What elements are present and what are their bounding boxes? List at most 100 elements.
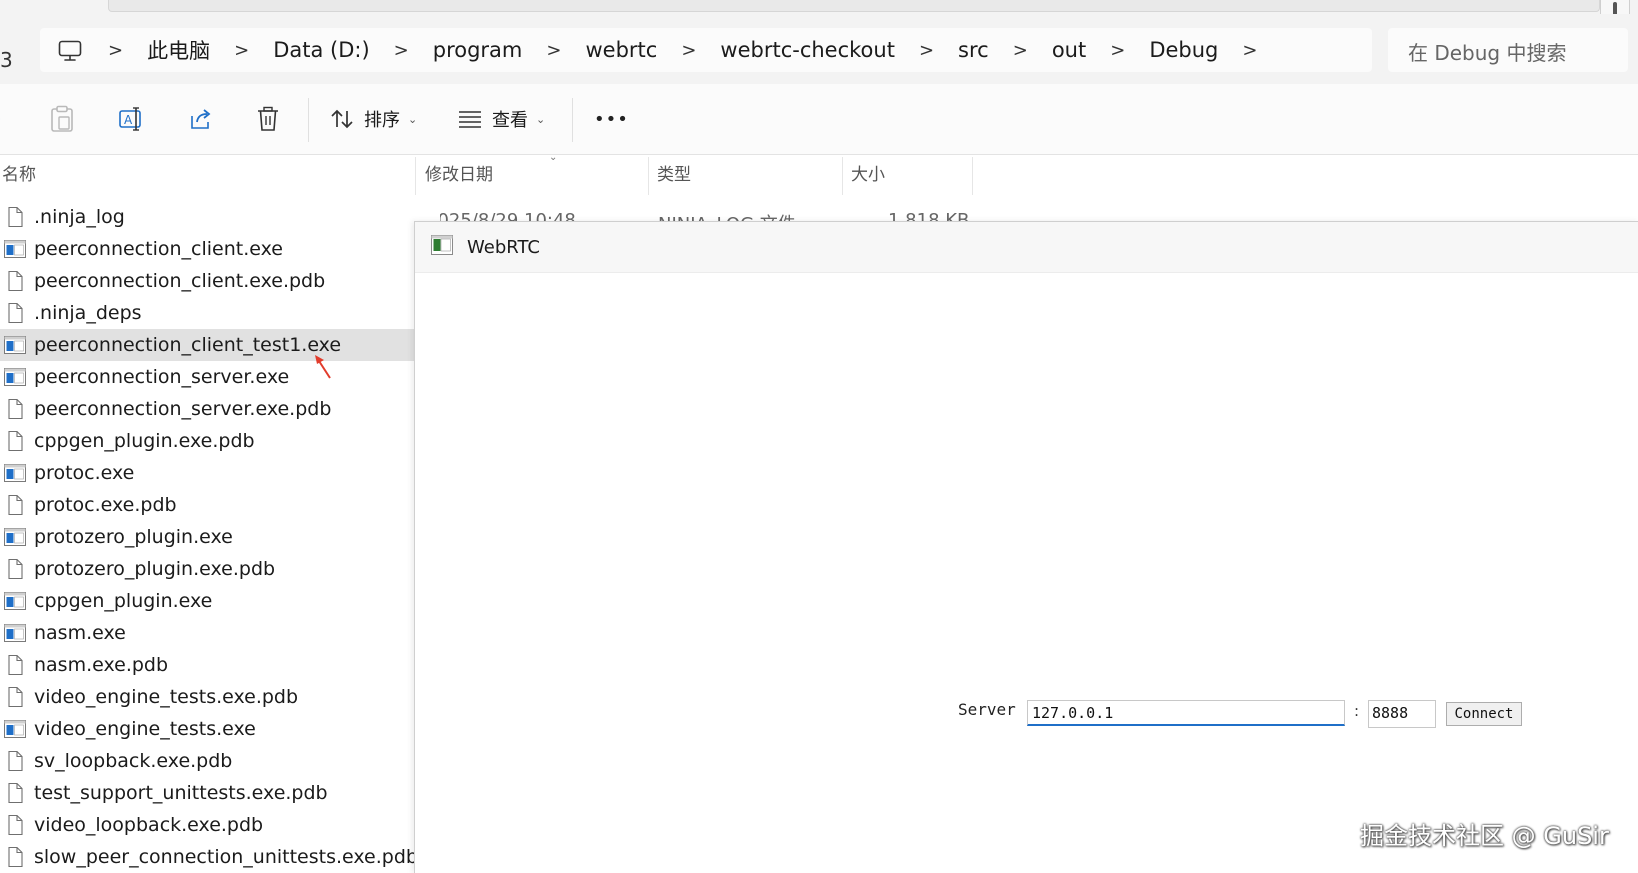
- file-row[interactable]: peerconnection_server.exe: [0, 361, 414, 393]
- executable-file-icon: [4, 238, 26, 260]
- paste-button[interactable]: [50, 104, 74, 134]
- rename-button[interactable]: A: [118, 104, 146, 134]
- file-name: .ninja_log: [34, 206, 125, 228]
- breadcrumb-item[interactable]: src: [952, 38, 995, 62]
- file-name: video_loopback.exe.pdb: [34, 814, 264, 836]
- breadcrumb-item[interactable]: out: [1046, 38, 1092, 62]
- delete-button[interactable]: [256, 104, 280, 134]
- file-name: peerconnection_server.exe: [34, 366, 290, 388]
- file-row[interactable]: peerconnection_server.exe.pdb: [0, 393, 414, 425]
- column-divider[interactable]: [648, 157, 649, 195]
- breadcrumb-chevron-icon[interactable]: >: [90, 40, 141, 61]
- file-row[interactable]: protoc.exe.pdb: [0, 489, 414, 521]
- column-date[interactable]: 修改日期: [425, 155, 493, 195]
- file-row[interactable]: .ninja_log: [0, 201, 414, 233]
- column-divider[interactable]: [972, 157, 973, 195]
- breadcrumb-chevron-icon[interactable]: >: [663, 40, 714, 61]
- file-row[interactable]: protoc.exe: [0, 457, 414, 489]
- sort-direction-icon: ⌄: [549, 152, 558, 163]
- breadcrumb-chevron-icon[interactable]: >: [376, 40, 427, 61]
- column-type[interactable]: 类型: [657, 155, 691, 195]
- executable-file-icon: [4, 526, 26, 548]
- computer-icon[interactable]: [58, 40, 82, 61]
- search-box[interactable]: 在 Debug 中搜索: [1388, 28, 1628, 72]
- server-address-input[interactable]: 127.0.0.1: [1027, 700, 1345, 726]
- file-row[interactable]: peerconnection_client.exe.pdb: [0, 265, 414, 297]
- file-row[interactable]: video_engine_tests.exe: [0, 713, 414, 745]
- cut-icon[interactable]: [0, 104, 6, 134]
- file-row[interactable]: protozero_plugin.exe: [0, 521, 414, 553]
- webrtc-titlebar[interactable]: WebRTC: [415, 222, 1638, 273]
- file-name: sv_loopback.exe.pdb: [34, 750, 233, 772]
- breadcrumb[interactable]: > 此电脑 > Data (D:) > program > webrtc > webrtc-che…: [40, 28, 1372, 72]
- more-options-button[interactable]: •••: [594, 104, 629, 134]
- breadcrumb-item[interactable]: 此电脑: [141, 35, 216, 65]
- breadcrumb-item[interactable]: Debug: [1143, 38, 1224, 62]
- document-file-icon: [4, 750, 26, 772]
- breadcrumb-chevron-icon[interactable]: >: [528, 40, 579, 61]
- view-label: 查看: [492, 110, 528, 131]
- breadcrumb-item[interactable]: webrtc-checkout: [714, 38, 901, 62]
- file-row[interactable]: sv_loopback.exe.pdb: [0, 745, 414, 777]
- file-row[interactable]: .ninja_deps: [0, 297, 414, 329]
- search-input[interactable]: 在 Debug 中搜索: [1408, 37, 1567, 66]
- column-divider[interactable]: [415, 157, 416, 195]
- window-title: WebRTC: [467, 236, 540, 258]
- file-name: nasm.exe: [34, 622, 126, 644]
- command-bar: A 排序 ⌄ 查看 ⌄ •••: [0, 84, 1638, 155]
- breadcrumb-item[interactable]: program: [427, 38, 529, 62]
- webrtc-window[interactable]: WebRTC: [414, 221, 1638, 873]
- file-row[interactable]: video_engine_tests.exe.pdb: [0, 681, 414, 713]
- file-name: test_support_unittests.exe.pdb: [34, 782, 328, 804]
- executable-file-icon: [4, 462, 26, 484]
- file-row[interactable]: test_support_unittests.exe.pdb: [0, 777, 414, 809]
- file-row[interactable]: video_loopback.exe.pdb: [0, 809, 414, 841]
- sort-button[interactable]: 排序 ⌄: [330, 104, 417, 134]
- column-header-row: 名称 修改日期 类型 大小: [0, 155, 1638, 195]
- file-name: protozero_plugin.exe.pdb: [34, 558, 276, 580]
- breadcrumb-chevron-icon[interactable]: >: [901, 40, 952, 61]
- share-button[interactable]: [188, 104, 214, 134]
- file-row[interactable]: nasm.exe.pdb: [0, 649, 414, 681]
- executable-file-icon: [4, 334, 26, 356]
- file-row[interactable]: cppgen_plugin.exe: [0, 585, 414, 617]
- svg-text:A: A: [124, 113, 133, 127]
- breadcrumb-item[interactable]: webrtc: [579, 38, 663, 62]
- column-size[interactable]: 大小: [851, 155, 885, 195]
- view-button[interactable]: 查看 ⌄: [458, 104, 545, 134]
- column-name[interactable]: 名称: [2, 155, 36, 195]
- file-name: protoc.exe: [34, 462, 135, 484]
- file-row[interactable]: protozero_plugin.exe.pdb: [0, 553, 414, 585]
- document-file-icon: [4, 270, 26, 292]
- breadcrumb-item[interactable]: Data (D:): [267, 38, 375, 62]
- breadcrumb-chevron-icon[interactable]: >: [1224, 40, 1275, 61]
- document-file-icon: [4, 558, 26, 580]
- file-row[interactable]: peerconnection_client.exe: [0, 233, 414, 265]
- document-file-icon: [4, 206, 26, 228]
- trash-icon: [258, 106, 278, 131]
- executable-file-icon: [4, 622, 26, 644]
- toolbar-divider: [308, 98, 309, 142]
- column-divider[interactable]: [842, 157, 843, 195]
- left-edge-mark: 3: [0, 48, 13, 72]
- chevron-down-icon: ⌄: [536, 112, 546, 126]
- port-input[interactable]: 8888: [1368, 700, 1436, 728]
- port-separator: :: [1354, 702, 1360, 720]
- file-name: .ninja_deps: [34, 302, 142, 324]
- executable-file-icon: [4, 590, 26, 612]
- file-row[interactable]: cppgen_plugin.exe.pdb: [0, 425, 414, 457]
- clipboard-icon: [51, 105, 73, 132]
- breadcrumb-chevron-icon[interactable]: >: [995, 40, 1046, 61]
- rename-icon: A: [119, 107, 141, 131]
- file-row[interactable]: slow_peer_connection_unittests.exe.pdb: [0, 841, 418, 873]
- connect-button[interactable]: Connect: [1446, 702, 1522, 726]
- document-file-icon: [4, 846, 26, 868]
- window-tab[interactable]: [108, 0, 1600, 12]
- breadcrumb-chevron-icon[interactable]: >: [1092, 40, 1143, 61]
- file-row[interactable]: nasm.exe: [0, 617, 414, 649]
- executable-file-icon: [4, 366, 26, 388]
- watermark: 掘金技术社区 @ GuSir: [1360, 822, 1609, 850]
- share-icon: [191, 109, 211, 129]
- breadcrumb-chevron-icon[interactable]: >: [216, 40, 267, 61]
- file-row[interactable]: peerconnection_client_test1.exe: [0, 329, 414, 361]
